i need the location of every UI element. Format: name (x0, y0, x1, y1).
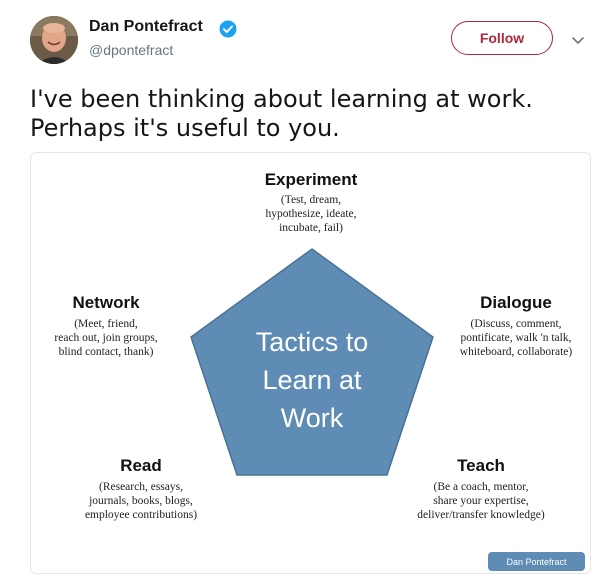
experiment-title: Experiment (264, 170, 358, 189)
center-pentagon: Tactics to Learn at Work (189, 247, 435, 477)
read-title: Read (120, 456, 162, 475)
tweet-text: I've been thinking about learning at wor… (30, 85, 533, 142)
verified-badge-icon (219, 20, 237, 38)
network-title: Network (72, 293, 140, 312)
experiment-desc: (Test, dream, hypothesize, ideate, incub… (265, 194, 357, 234)
center-label: Tactics to Learn at Work (255, 327, 369, 433)
credit-label: Dan Pontefract (488, 552, 585, 571)
tweet-header: Dan Pontefract @dpontefract Follow (0, 0, 611, 80)
follow-button[interactable]: Follow (451, 21, 553, 55)
chevron-down-icon[interactable] (571, 33, 585, 45)
author-avatar[interactable] (30, 16, 78, 64)
author-name[interactable]: Dan Pontefract (89, 18, 203, 36)
read-desc: (Research, essays, journals, books, blog… (84, 481, 198, 521)
network-desc: (Meet, friend, reach out, join groups, b… (54, 318, 158, 358)
teach-desc: (Be a coach, mentor, share your expertis… (417, 481, 545, 521)
teach-title: Teach (457, 456, 505, 475)
tweet-image-card[interactable]: Experiment (Test, dream, hypothesize, id… (30, 152, 591, 574)
dialogue-title: Dialogue (480, 293, 552, 312)
dialogue-desc: (Discuss, comment, pontificate, walk 'n … (459, 318, 573, 358)
author-handle[interactable]: @dpontefract (89, 42, 173, 58)
